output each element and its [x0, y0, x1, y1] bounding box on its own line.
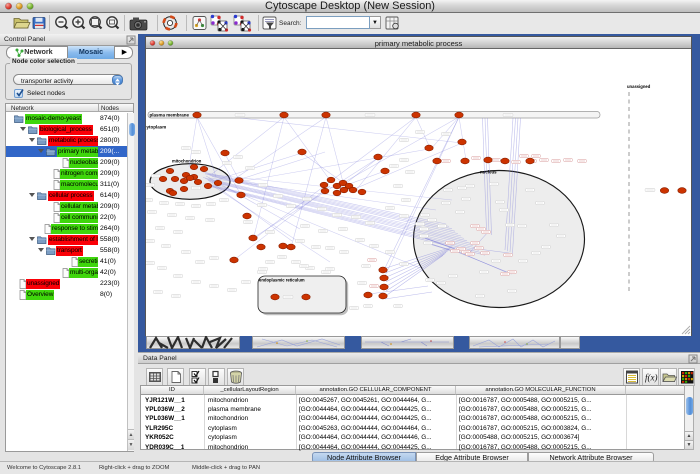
svg-text:cytoplasm: cytoplasm — [146, 125, 166, 130]
svg-text:unassigned: unassigned — [627, 84, 651, 89]
svg-text:nucleus: nucleus — [480, 170, 497, 175]
svg-text:endoplasmic reticulum: endoplasmic reticulum — [259, 278, 305, 283]
svg-text:plasma membrane: plasma membrane — [150, 112, 190, 117]
svg-text:f(x): f(x) — [645, 373, 658, 383]
svg-text:mitochondrion: mitochondrion — [172, 159, 202, 164]
